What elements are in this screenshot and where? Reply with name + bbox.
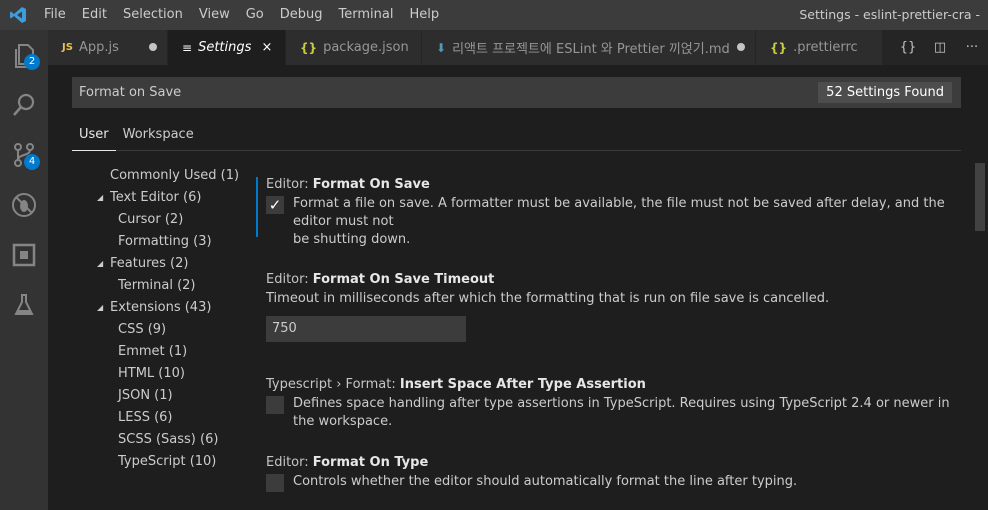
toc-json[interactable]: JSON (1) [88, 385, 248, 407]
json-file-icon: {} [770, 40, 788, 55]
extensions-icon [12, 243, 36, 267]
type-assertion-checkbox[interactable] [266, 396, 284, 414]
settings-file-icon: ≡ [182, 40, 193, 55]
explorer-button[interactable]: 2 [0, 30, 48, 80]
tab-label: 리액트 프로젝트에 ESLint 와 Prettier 끼얹기.md [452, 42, 730, 57]
scm-badge: 4 [24, 154, 40, 170]
setting-description: Controls whether the editor should autom… [293, 474, 798, 489]
toc-commonly-used[interactable]: Commonly Used (1) [88, 165, 248, 187]
tab-label: .prettierrc [793, 40, 858, 55]
toc-label: Extensions (43) [110, 300, 212, 315]
toc-emmet[interactable]: Emmet (1) [88, 341, 248, 363]
toc-css[interactable]: CSS (9) [88, 319, 248, 341]
search-button[interactable] [0, 80, 48, 130]
setting-description: Defines space handling after type assert… [293, 396, 950, 429]
toc-extensions[interactable]: ◢ Extensions (43) [88, 297, 248, 319]
open-settings-json-icon[interactable]: {} [892, 40, 924, 55]
timeout-input[interactable]: 750 [266, 316, 466, 342]
split-editor-icon[interactable]: ◫ [924, 40, 956, 55]
vscode-logo-icon [0, 0, 36, 30]
unsaved-dot-icon[interactable] [737, 40, 745, 55]
editor-actions: {} ◫ ··· [882, 30, 988, 65]
search-value: Format on Save [79, 85, 182, 100]
tab-label: package.json [323, 40, 409, 55]
vertical-scrollbar[interactable] [975, 163, 985, 231]
window-title: Settings - eslint-prettier-cra - [799, 7, 980, 22]
setting-description: Timeout in milliseconds after which the … [266, 291, 830, 306]
collapse-triangle-icon[interactable]: ◢ [97, 187, 103, 209]
toc-cursor[interactable]: Cursor (2) [88, 209, 248, 231]
more-actions-icon[interactable]: ··· [956, 40, 988, 55]
setting-title: Editor: Format On Save [266, 177, 430, 192]
format-on-save-checkbox[interactable]: ✓ [266, 196, 284, 214]
debug-icon [12, 193, 36, 217]
toc-terminal[interactable]: Terminal (2) [88, 275, 248, 297]
js-file-icon: JS [62, 42, 73, 53]
tab-app-js[interactable]: JS App.js [48, 30, 168, 65]
toc-text-editor[interactable]: ◢ Text Editor (6) [88, 187, 248, 209]
source-control-button[interactable]: 4 [0, 130, 48, 180]
tab-label: Settings [198, 40, 252, 55]
search-icon [13, 93, 35, 116]
menu-view[interactable]: View [191, 0, 238, 30]
json-file-icon: {} [300, 40, 318, 55]
test-button[interactable] [0, 280, 48, 330]
tab-workspace[interactable]: Workspace [116, 121, 201, 150]
explorer-badge: 2 [24, 54, 40, 70]
tab-label: App.js [78, 40, 119, 55]
toc-label: Features (2) [110, 256, 189, 271]
settings-toc: Commonly Used (1) ◢ Text Editor (6) Curso… [88, 165, 248, 473]
unsaved-dot-icon[interactable] [149, 40, 157, 55]
setting-title: Editor: Format On Save Timeout [266, 272, 495, 287]
setting-title: Editor: Format On Type [266, 455, 429, 470]
settings-editor: Format on Save 52 Settings Found User Wo… [48, 65, 988, 510]
tab-user[interactable]: User [72, 121, 116, 151]
settings-scope-tabs: User Workspace [72, 121, 961, 151]
title-bar: File Edit Selection View Go Debug Termin… [0, 0, 988, 30]
toc-features[interactable]: ◢ Features (2) [88, 253, 248, 275]
debug-button[interactable] [0, 180, 48, 230]
toc-scss[interactable]: SCSS (Sass) (6) [88, 429, 248, 451]
settings-search-input[interactable]: Format on Save 52 Settings Found [72, 77, 961, 108]
collapse-triangle-icon[interactable]: ◢ [97, 297, 103, 319]
setting-format-on-save: Editor: Format On Save ✓ Format a file o… [256, 177, 956, 247]
menu-selection[interactable]: Selection [115, 0, 191, 30]
collapse-triangle-icon[interactable]: ◢ [97, 253, 103, 275]
setting-insert-space-after-type-assertion: Typescript › Format: Insert Space After … [256, 377, 956, 431]
extensions-button[interactable] [0, 230, 48, 280]
setting-format-on-save-timeout: Editor: Format On Save Timeout Timeout i… [256, 272, 956, 342]
menu-go[interactable]: Go [238, 0, 272, 30]
toc-typescript[interactable]: TypeScript (10) [88, 451, 248, 473]
menu-debug[interactable]: Debug [272, 0, 331, 30]
menu-terminal[interactable]: Terminal [331, 0, 402, 30]
tab-prettierrc[interactable]: {} .prettierrc [756, 30, 886, 65]
format-on-type-checkbox[interactable] [266, 474, 284, 492]
menu-edit[interactable]: Edit [74, 0, 115, 30]
toc-label: Text Editor (6) [110, 190, 202, 205]
markdown-file-icon: ⬇ [436, 40, 447, 55]
setting-description: Format a file on save. A formatter must … [293, 196, 945, 247]
editor-tab-bar: JS App.js ≡ Settings × {} package.json ⬇… [48, 30, 988, 65]
tab-settings[interactable]: ≡ Settings × [168, 30, 286, 65]
toc-less[interactable]: LESS (6) [88, 407, 248, 429]
flask-icon [14, 294, 34, 315]
close-icon[interactable]: × [259, 40, 275, 55]
tab-markdown[interactable]: ⬇ 리액트 프로젝트에 ESLint 와 Prettier 끼얹기.md [422, 30, 756, 65]
setting-title: Typescript › Format: Insert Space After … [266, 377, 646, 392]
menu-file[interactable]: File [36, 0, 74, 30]
setting-format-on-type: Editor: Format On Type Controls whether … [256, 455, 956, 492]
toc-formatting[interactable]: Formatting (3) [88, 231, 248, 253]
menu-bar: File Edit Selection View Go Debug Termin… [36, 0, 447, 30]
menu-help[interactable]: Help [401, 0, 447, 30]
results-count-badge: 52 Settings Found [818, 82, 952, 103]
toc-html[interactable]: HTML (10) [88, 363, 248, 385]
tab-package-json[interactable]: {} package.json [286, 30, 422, 65]
activity-bar: 2 4 [0, 30, 48, 510]
